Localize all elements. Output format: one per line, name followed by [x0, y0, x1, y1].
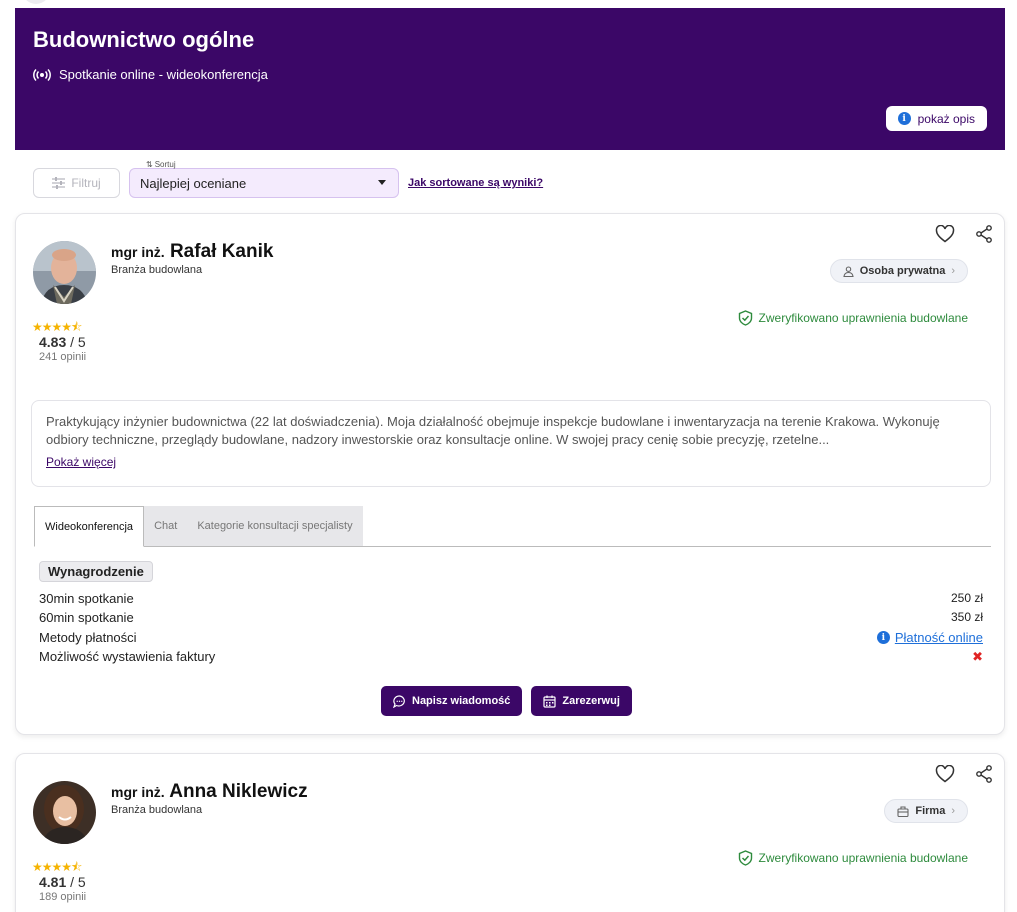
rating-max: / 5 — [70, 874, 86, 890]
online-payment-link[interactable]: i Płatność online — [876, 630, 983, 645]
show-description-label: pokaż opis — [917, 111, 975, 126]
expert-name-text: Rafał Kanik — [169, 241, 274, 262]
expert-type-label: Osoba prywatna — [859, 265, 946, 277]
expert-title: mgr inż. — [111, 244, 165, 260]
expert-card: mgr inż. Rafał Kanik Branża budowlana ★★… — [15, 213, 1005, 735]
heart-icon[interactable] — [935, 765, 955, 783]
caret-down-icon — [378, 180, 386, 185]
meeting-type: Spotkanie online - wideokonferencja — [33, 67, 268, 82]
sort-label-text: Sortuj — [154, 160, 176, 169]
shield-check-icon — [738, 850, 752, 866]
share-icon[interactable] — [975, 765, 993, 783]
heart-icon[interactable] — [935, 225, 955, 243]
invoice-row: Możliwość wystawienia faktury ✖ — [39, 649, 983, 665]
send-message-label: Napisz wiadomość — [412, 695, 511, 707]
shield-check-icon — [738, 310, 752, 326]
show-more-link[interactable]: Pokaż więcej — [46, 453, 116, 471]
meeting-type-label: Spotkanie online - wideokonferencja — [59, 67, 268, 82]
price-row: 30min spotkanie 250 zł — [39, 591, 983, 606]
broadcast-icon — [33, 68, 51, 81]
payment-header: Wynagrodzenie — [39, 561, 153, 582]
building-icon — [897, 805, 909, 817]
calendar-icon — [543, 695, 557, 708]
expert-industry: Branża budowlana — [111, 804, 203, 816]
expert-title: mgr inż. — [111, 784, 165, 800]
avatar[interactable] — [33, 781, 96, 844]
info-icon: i — [876, 631, 890, 644]
online-payment-label: Płatność online — [894, 630, 983, 645]
chevron-right-icon: › — [951, 265, 955, 277]
info-icon: i — [897, 112, 911, 125]
payment-methods-row: Metody płatności i Płatność online — [39, 630, 983, 645]
tab-chat[interactable]: Chat — [144, 506, 187, 546]
sort-help-link[interactable]: Jak sortowane są wyniki? — [408, 177, 543, 189]
chevron-right-icon: › — [951, 805, 955, 817]
review-count[interactable]: 241 opinii — [39, 351, 86, 363]
close-icon: ✖ — [972, 649, 983, 664]
avatar[interactable] — [33, 241, 96, 304]
verified-badge: Zweryfikowano uprawnienia budowlane — [738, 310, 968, 326]
price-value: 250 zł — [950, 591, 983, 605]
rating-score: 4.83 / 5 — [39, 334, 86, 350]
price-label: 30min spotkanie — [39, 591, 134, 606]
bio-text: Praktykujący inżynier budownictwa (22 la… — [46, 414, 940, 447]
send-message-button[interactable]: Napisz wiadomość — [381, 686, 523, 716]
card-actions: Napisz wiadomość Zarezerwuj — [381, 686, 632, 716]
expert-type-badge[interactable]: Osoba prywatna › — [829, 259, 968, 283]
rating-score: 4.81 / 5 — [39, 874, 86, 890]
expert-industry: Branża budowlana — [111, 264, 203, 276]
verified-label: Zweryfikowano uprawnienia budowlane — [758, 311, 968, 325]
review-count[interactable]: 189 opinii — [39, 891, 86, 903]
sliders-icon — [52, 177, 66, 189]
rating-value: 4.81 — [39, 874, 67, 890]
filter-button[interactable]: Filtruj — [33, 168, 120, 198]
expert-card: mgr inż. Anna Niklewicz Branża budowlana… — [15, 753, 1005, 912]
share-icon[interactable] — [975, 225, 993, 243]
sort-arrows-icon: ⇅ — [146, 160, 153, 169]
payment-methods-label: Metody płatności — [39, 630, 137, 645]
invoice-label: Możliwość wystawienia faktury — [39, 649, 216, 664]
expert-type-badge[interactable]: Firma › — [884, 799, 968, 823]
rating-max: / 5 — [70, 334, 86, 350]
book-label: Zarezerwuj — [562, 695, 620, 707]
sort-value: Najlepiej oceniane — [140, 175, 247, 191]
expert-name[interactable]: mgr inż. Anna Niklewicz — [111, 781, 308, 803]
tab-videoconference[interactable]: Wideokonferencja — [34, 506, 145, 547]
person-icon — [843, 265, 854, 277]
expert-name[interactable]: mgr inż. Rafał Kanik — [111, 241, 273, 263]
tab-categories[interactable]: Kategorie konsultacji specjalisty — [187, 506, 362, 546]
verified-badge: Zweryfikowano uprawnienia budowlane — [738, 850, 968, 866]
show-description-button[interactable]: i pokaż opis — [885, 106, 987, 131]
sort-floating-label: ⇅ Sortuj — [146, 160, 176, 169]
expert-type-label: Firma — [915, 805, 946, 817]
expert-name-text: Anna Niklewicz — [169, 781, 308, 802]
price-value: 350 zł — [950, 610, 983, 624]
top-scroll-arc — [22, 0, 50, 4]
rating-value: 4.83 — [39, 334, 67, 350]
price-row: 60min spotkanie 350 zł — [39, 610, 983, 625]
consultation-tabs: Wideokonferencja Chat Kategorie konsulta… — [34, 506, 991, 547]
page-title: Budownictwo ogólne — [33, 27, 255, 52]
price-label: 60min spotkanie — [39, 610, 134, 625]
book-button[interactable]: Zarezerwuj — [531, 686, 632, 716]
filter-label: Filtruj — [71, 176, 101, 190]
sort-select[interactable]: Najlepiej oceniane — [129, 168, 399, 198]
expert-bio: Praktykujący inżynier budownictwa (22 la… — [31, 400, 991, 487]
category-banner: Budownictwo ogólne Spotkanie online - wi… — [15, 8, 1005, 150]
verified-label: Zweryfikowano uprawnienia budowlane — [758, 851, 968, 865]
chat-bubble-icon — [393, 694, 405, 708]
